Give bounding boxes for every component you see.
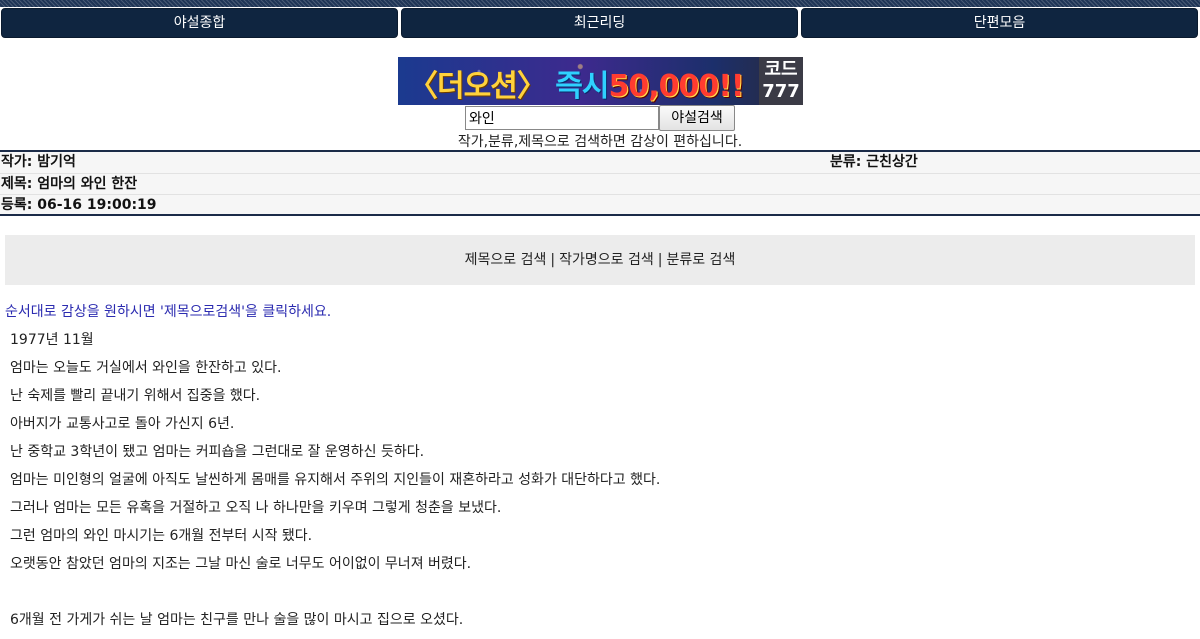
- search-by-title-link[interactable]: 제목으로 검색: [465, 252, 547, 268]
- search-hint: 작가,분류,제목으로 검색하면 감상이 편하십니다.: [457, 134, 743, 150]
- banner-amount: 50,000: [608, 69, 719, 104]
- story-blank-line: [10, 583, 1190, 611]
- post-info-panel: 작가: 밤기억 분류: 근친상간 제목: 엄마의 와인 한잔 등록: 06-16…: [0, 150, 1200, 216]
- nav-button-short-stories[interactable]: 단편모음: [801, 8, 1198, 38]
- info-row-title: 제목: 엄마의 와인 한잔: [0, 173, 1200, 195]
- banner-headline: 〈더오션〉 즉시50,000!!: [408, 61, 745, 105]
- info-row-date: 등록: 06-16 19:00:19: [0, 194, 1200, 216]
- post-author: 작가: 밤기억: [1, 154, 76, 170]
- search-links-box: 제목으로 검색 | 작가명으로 검색 | 분류로 검색: [5, 235, 1195, 285]
- search-by-category-link[interactable]: 분류로 검색: [666, 252, 735, 268]
- story-line: 6개월 전 가게가 쉬는 날 엄마는 친구를 만나 술을 많이 마시고 집으로 …: [10, 612, 464, 628]
- story-line: 그런 엄마의 와인 마시기는 6개월 전부터 시작 됐다.: [10, 528, 313, 544]
- link-separator: |: [550, 252, 556, 268]
- post-title: 제목: 엄마의 와인 한잔: [1, 176, 138, 192]
- story-line: 난 중학교 3학년이 됐고 엄마는 커피숍을 그런대로 잘 운영하신 듯하다.: [10, 444, 425, 460]
- story-line: 1977년 11월: [10, 332, 94, 348]
- search-input[interactable]: [465, 106, 659, 130]
- ad-banner[interactable]: 〈더오션〉 즉시50,000!! 코드 777: [398, 57, 803, 105]
- search-button[interactable]: 야설검색: [659, 105, 735, 131]
- story-line: 엄마는 오늘도 거실에서 와인을 한잔하고 있다.: [10, 360, 282, 376]
- top-nav: 야설종합 최근리딩 단편모음: [0, 8, 1200, 38]
- story-body: 1977년 11월 엄마는 오늘도 거실에서 와인을 한잔하고 있다. 난 숙제…: [10, 331, 1190, 639]
- nav-button-all-stories[interactable]: 야설종합: [1, 8, 398, 38]
- banner-exclamation: !!: [718, 69, 744, 104]
- banner-code-box: 코드 777: [759, 57, 803, 105]
- story-line: 아버지가 교통사고로 돌아 가신지 6년.: [10, 416, 235, 432]
- post-category: 분류: 근친상간: [830, 154, 918, 170]
- nav-button-recent-reading[interactable]: 최근리딩: [401, 8, 798, 38]
- banner-code-label: 코드: [764, 59, 798, 80]
- post-date: 등록: 06-16 19:00:19: [1, 197, 157, 213]
- banner-brand: 더오션: [437, 69, 518, 104]
- banner-code-number: 777: [762, 81, 800, 102]
- info-row-author: 작가: 밤기억 분류: 근친상간: [0, 152, 1200, 173]
- link-separator: |: [657, 252, 663, 268]
- story-line: 오랫동안 참았던 엄마의 지조는 그날 마신 술로 너무도 어이없이 무너져 버…: [10, 556, 472, 572]
- banner-bracket-right: 〉: [516, 69, 547, 104]
- order-notice: 순서대로 감상을 원하시면 '제목으로검색'을 클릭하세요.: [5, 304, 332, 320]
- search-by-author-link[interactable]: 작가명으로 검색: [559, 252, 654, 268]
- story-line: 난 숙제를 빨리 끝내기 위해서 집중을 했다.: [10, 388, 261, 404]
- story-line: 엄마는 미인형의 얼굴에 아직도 날씬하게 몸매를 유지해서 주위의 지인들이 …: [10, 472, 661, 488]
- banner-bracket-left: 〈: [408, 69, 438, 104]
- banner-now-text: 즉시: [555, 69, 609, 104]
- top-pattern-strip: [0, 0, 1200, 7]
- story-line: 그러나 엄마는 모든 유혹을 거절하고 오직 나 하나만을 키우며 그렇게 청춘…: [10, 500, 502, 516]
